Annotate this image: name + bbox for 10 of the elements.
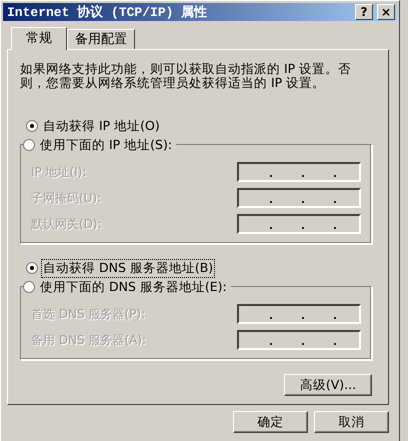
description-text: 如果网络支持此功能，则可以获取自动指派的 IP 设置。否则，您需要从网络系统管理员处获得适当的 IP 设置。 [20,62,352,90]
radio-option[interactable]: 自动获得 DNS 服务器地址(B) [26,258,218,278]
help-button[interactable]: ? [355,4,373,20]
advanced-button[interactable]: 高级(V)... [284,374,372,396]
close-button[interactable]: × [377,4,395,20]
tab[interactable]: 常规 [11,27,67,50]
window-title: Internet 协议 (TCP/IP) 属性 [7,4,208,21]
dialog-button[interactable]: 确定 [233,411,308,433]
dialog-button[interactable]: 取消 [314,411,389,433]
tab[interactable]: 备用配置 [67,29,135,49]
